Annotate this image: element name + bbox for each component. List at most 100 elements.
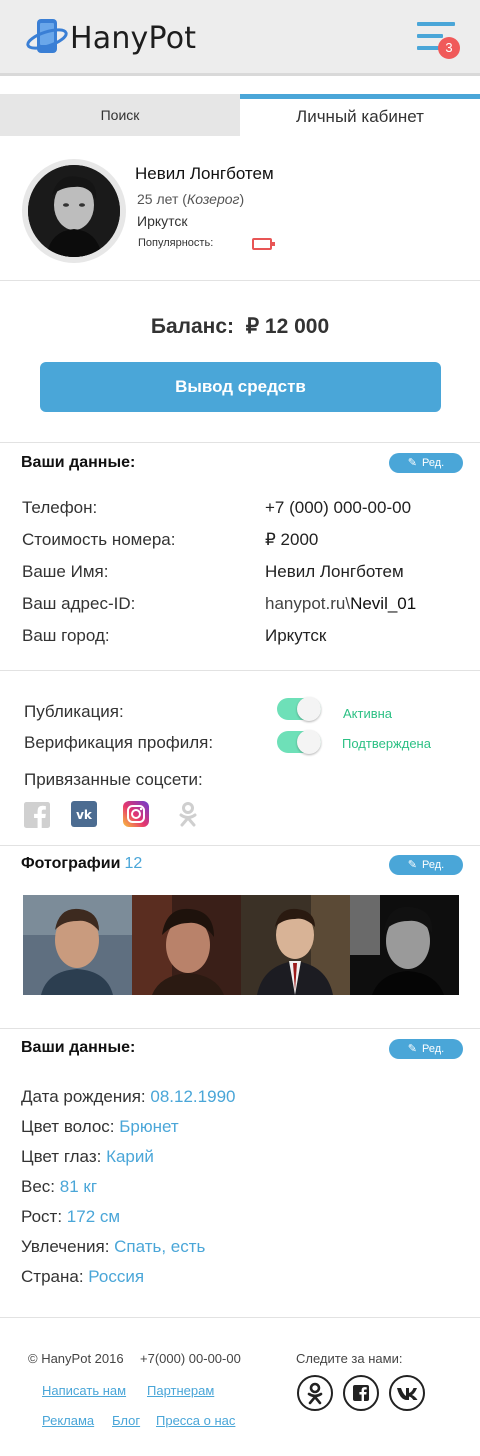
avatar[interactable] [22,159,126,263]
profile-city: Иркутск [137,213,188,229]
weight-row: Вес: 81 кг [21,1177,97,1197]
linked-socials-label: Привязанные соцсети: [24,770,203,789]
link-advertising[interactable]: Реклама [42,1413,94,1428]
publication-label: Публикация: [24,702,124,721]
photos-title: Фотографии 12 [21,855,142,873]
profile-name: Невил Лонгботем [135,164,274,183]
birthdate-label: Дата рождения: [21,1087,146,1106]
photo-thumbnail[interactable] [132,895,241,995]
tab-search[interactable]: Поиск [0,94,240,136]
hair-color-value: Брюнет [119,1117,179,1136]
vk-glyph [397,1388,418,1400]
portrait-image [28,165,120,257]
balance-section: Баланс: ₽ 12 000 Вывод средств [0,281,480,443]
address-id-prefix: hanypot.ru\ [265,594,351,613]
photos-section: Фотографии 12 ✎ Ред. [0,846,480,1029]
odnoklassniki-glyph [307,1382,323,1405]
logo[interactable]: HanyPot [26,15,206,59]
hair-color-row: Цвет волос: Брюнет [21,1117,179,1137]
section-title: Ваши данные: [21,454,136,471]
link-partners[interactable]: Партнерам [147,1383,214,1398]
footer-odnoklassniki-icon[interactable] [297,1375,333,1411]
popularity-label: Популярность: [138,237,214,249]
pencil-icon: ✎ [407,1043,417,1055]
photo-thumbnail[interactable] [241,895,350,995]
logo-text: HanyPot [70,21,197,56]
your-data-section: Ваши данные: ✎ Ред. Телефон: +7 (000) 000… [0,443,480,671]
verification-status: Подтверждена [342,736,431,751]
photos-count: 12 [124,855,143,872]
photo-thumbnail[interactable] [23,895,132,995]
withdraw-button[interactable]: Вывод средств [40,362,441,412]
profile-age: 25 лет (Козерог) [137,191,245,207]
odnoklassniki-icon[interactable] [175,801,201,827]
facebook-icon[interactable] [24,802,50,828]
edit-button[interactable]: ✎ Ред. [389,1039,463,1059]
number-price-label: Стоимость номера: [22,530,176,549]
tab-personal-cabinet[interactable]: Личный кабинет [240,94,480,136]
hobbies-row: Увлечения: Спать, есть [21,1237,205,1257]
eye-color-label: Цвет глаз: [21,1147,102,1166]
edit-label: Ред. [422,457,445,469]
settings-section: Публикация: Активна Верификация профиля:… [0,671,480,846]
link-press[interactable]: Пресса о нас [156,1413,235,1428]
section-title: Ваши данные: [21,1039,136,1056]
height-value: 172 см [66,1207,121,1226]
name-label: Ваше Имя: [22,562,109,581]
birthdate-row: Дата рождения: 08.12.1990 [21,1087,235,1107]
country-value: Россия [88,1267,145,1286]
personal-details-section: Ваши данные: ✎ Ред. Дата рождения: 08.12.… [0,1029,480,1318]
profile-card: Невил Лонгботем 25 лет (Козерог) Иркутск… [0,136,480,281]
birthdate-value: 08.12.1990 [150,1087,236,1106]
vk-icon[interactable]: vk [71,801,97,827]
photo-image [132,895,241,995]
publication-toggle[interactable] [277,697,321,721]
weight-value: 81 кг [59,1177,98,1196]
photo-image [350,895,459,995]
address-id-label: Ваш адрес-ID: [22,594,136,613]
link-blog[interactable]: Блог [112,1413,140,1428]
pencil-icon: ✎ [407,457,417,469]
hobbies-label: Увлечения: [21,1237,110,1256]
tab-bar: Поиск Личный кабинет [0,94,480,136]
photo-image [241,895,350,995]
country-row: Страна: Россия [21,1267,144,1287]
menu-bar [417,22,455,26]
city-value: Иркутск [265,626,327,645]
hobbies-value: Спать, есть [114,1237,206,1256]
address-id-handle: Nevil_01 [350,594,417,613]
age-text: 25 лет [137,191,179,207]
svg-text:vk: vk [76,808,93,822]
eye-color-row: Цвет глаз: Карий [21,1147,154,1167]
edit-button[interactable]: ✎ Ред. [389,453,463,473]
phone-value: +7 (000) 000-00-00 [265,498,412,517]
photo-thumbnail[interactable] [350,895,459,995]
menu-bar [417,46,439,50]
edit-label: Ред. [422,1043,445,1055]
footer-vk-icon[interactable] [389,1375,425,1411]
publication-status: Активна [343,706,393,721]
number-price-value: ₽ 2000 [265,530,319,549]
link-write-us[interactable]: Написать нам [42,1383,126,1398]
footer: © HanyPot 2016 +7(000) 00-00-00 Следите … [0,1318,480,1456]
weight-label: Вес: [21,1177,56,1196]
footer-facebook-icon[interactable] [343,1375,379,1411]
eye-color-value: Карий [106,1147,154,1166]
follow-us-label: Следите за нами: [296,1351,403,1366]
menu-bar [417,34,443,38]
photos-edit-button[interactable]: ✎ Ред. [389,855,463,875]
height-row: Рост: 172 см [21,1207,120,1227]
instagram-icon[interactable] [123,801,149,827]
photos-title-text: Фотографии [21,855,121,872]
menu-button[interactable]: 3 [414,20,460,60]
footer-phone: +7(000) 00-00-00 [140,1351,241,1366]
toggle-knob [297,730,321,754]
phone-label: Телефон: [22,498,98,517]
verification-label: Верификация профиля: [24,733,214,752]
zodiac-text: Козерог [186,191,240,207]
hair-color-label: Цвет волос: [21,1117,115,1136]
phone-logo-icon [26,19,68,53]
avatar-photo [28,165,120,257]
verification-toggle[interactable] [277,730,321,754]
photo-image [23,895,132,995]
